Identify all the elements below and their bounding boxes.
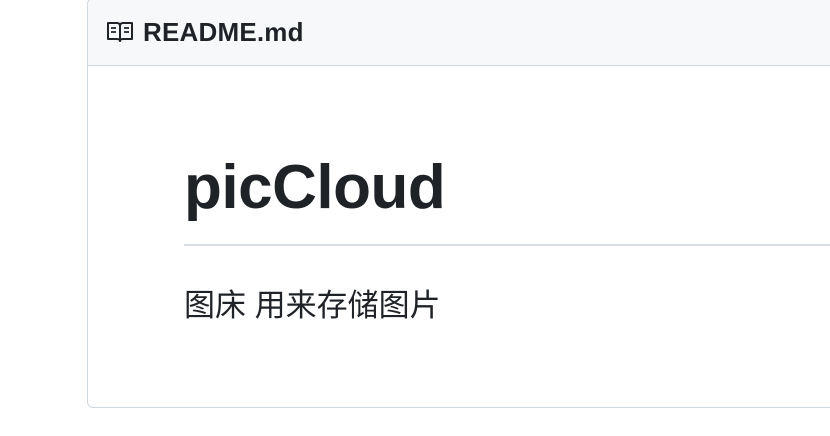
book-icon <box>106 20 134 44</box>
readme-description: 图床 用来存储图片 <box>184 288 441 323</box>
title-divider <box>184 244 830 246</box>
readme-file-name[interactable]: README.md <box>143 17 304 48</box>
readme-header: README.md <box>88 0 830 66</box>
readme-title: picCloud <box>184 153 446 222</box>
readme-panel: README.md picCloud 图床 用来存储图片 <box>87 0 830 408</box>
